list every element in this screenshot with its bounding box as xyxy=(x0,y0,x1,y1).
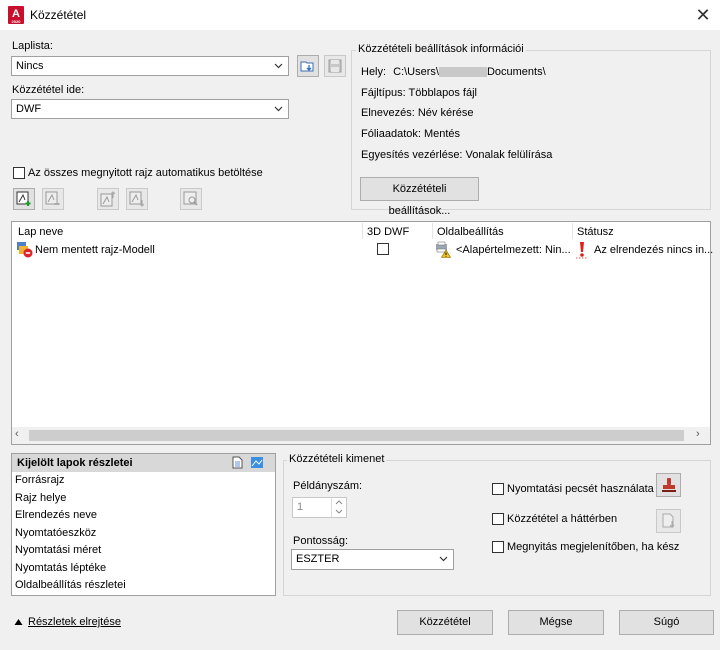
page-setup-cell: <Alapértelmezett: Nin... xyxy=(456,244,571,256)
redacted-username xyxy=(438,67,487,78)
details-item-drawing-location: Rajz helye xyxy=(15,491,67,504)
background-publish-checkbox[interactable] xyxy=(492,513,504,525)
add-sheets-button[interactable] xyxy=(13,188,35,210)
folder-open-icon xyxy=(300,61,314,72)
background-publish-label: Közzététel a háttérben xyxy=(507,513,618,525)
col-divider[interactable] xyxy=(362,223,363,239)
background-settings-button[interactable] xyxy=(656,509,681,533)
publish-button[interactable]: Közzététel xyxy=(397,610,493,635)
remove-sheets-icon xyxy=(45,191,60,205)
col-status[interactable]: Státusz xyxy=(577,226,614,238)
details-item-page-setup-details: Oldalbeállítás részletei xyxy=(15,579,126,591)
sheet-list-label: Laplista: xyxy=(12,40,53,52)
merge-control-line: Egyesítés vezérlése: Vonalak felülírása xyxy=(361,149,553,161)
output-group-title: Közzétételi kimenet xyxy=(287,453,387,465)
auto-load-checkbox[interactable] xyxy=(13,167,25,179)
stamp-icon xyxy=(661,477,676,492)
chevron-down-icon xyxy=(439,556,448,562)
spinner-up-icon[interactable] xyxy=(331,498,346,507)
sheet-name-cell: Nem mentett rajz-Modell xyxy=(35,244,155,256)
scroll-right-icon[interactable]: › xyxy=(696,428,700,440)
save-sheet-list-button[interactable] xyxy=(324,55,346,77)
help-button[interactable]: Súgó xyxy=(619,610,714,635)
title-bar xyxy=(0,0,720,30)
filetype-line: Fájltípus: Többlapos fájl xyxy=(361,87,477,99)
sheet-list-combo[interactable]: Nincs xyxy=(11,56,289,76)
save-disk-icon xyxy=(328,59,342,73)
location-label: Hely: xyxy=(361,66,387,78)
details-item-plot-scale: Nyomtatás léptéke xyxy=(15,561,107,574)
details-item-source-drawing: Forrásrajz xyxy=(15,474,65,486)
preview-magnifier-icon xyxy=(183,191,198,206)
publish-to-value: DWF xyxy=(16,103,42,115)
move-down-icon xyxy=(129,191,145,207)
scrollbar-thumb[interactable] xyxy=(29,430,684,441)
publish-to-combo[interactable]: DWF xyxy=(11,99,289,119)
info-group-title: Közzétételi beállítások információi xyxy=(356,43,526,55)
move-up-icon xyxy=(100,191,116,207)
location-line: Hely: C:\Users\ Documents\ xyxy=(361,66,546,78)
col-3d-dwf[interactable]: 3D DWF xyxy=(367,226,409,238)
close-icon[interactable]: ✕ xyxy=(690,2,716,28)
col-divider[interactable] xyxy=(572,223,573,239)
naming-line: Elnevezés: Név kérése xyxy=(361,107,474,119)
collapse-arrow-up-icon[interactable] xyxy=(14,618,23,626)
spinner-down-icon[interactable] xyxy=(331,507,346,517)
chevron-down-icon xyxy=(274,63,283,69)
precision-label: Pontosság: xyxy=(293,535,349,547)
precision-combo[interactable]: ESZTER xyxy=(291,549,454,570)
autocad-app-icon: A 2020 xyxy=(8,6,24,24)
remove-sheets-button[interactable] xyxy=(42,188,64,210)
copies-value: 1 xyxy=(297,501,304,513)
preview-button[interactable] xyxy=(180,188,202,210)
precision-value: ESZTER xyxy=(296,553,340,565)
chevron-down-icon xyxy=(274,106,283,112)
publish-to-label: Közzététel ide: xyxy=(12,84,85,96)
col-sheet-name[interactable]: Lap neve xyxy=(18,226,63,238)
location-suffix: Documents\ xyxy=(486,66,546,78)
layer-info-line: Fóliaadatok: Mentés xyxy=(361,128,461,140)
status-cell: Az elrendezés nincs in... xyxy=(594,244,714,256)
details-item-layout-name: Elrendezés neve xyxy=(15,509,97,521)
details-title: Kijelölt lapok részletei xyxy=(17,457,133,469)
details-list: Forrásrajz Rajz helye Elrendezés neve Ny… xyxy=(12,472,275,595)
cancel-button[interactable]: Mégse xyxy=(508,610,604,635)
error-exclamation-icon xyxy=(576,242,588,259)
location-prefix: C:\Users\ xyxy=(393,66,439,78)
move-up-button[interactable] xyxy=(97,188,119,210)
3d-dwf-checkbox[interactable] xyxy=(377,243,389,255)
move-down-button[interactable] xyxy=(126,188,148,210)
publish-settings-button[interactable]: Közzétételi beállítások... xyxy=(360,177,479,217)
details-preview-icon[interactable] xyxy=(250,456,264,469)
copies-label: Példányszám: xyxy=(293,480,363,492)
background-doc-icon xyxy=(662,513,674,528)
printer-warning-icon xyxy=(436,241,452,258)
details-item-plot-size: Nyomtatási méret xyxy=(15,544,102,556)
details-item-plot-device: Nyomtatóeszköz xyxy=(15,526,97,539)
add-sheets-icon xyxy=(16,191,31,206)
plot-stamp-label: Nyomtatási pecsét használata xyxy=(507,483,654,495)
load-sheet-list-button[interactable] xyxy=(297,55,319,77)
unsaved-drawing-icon xyxy=(17,242,33,258)
plot-stamp-settings-button[interactable] xyxy=(656,473,681,497)
open-viewer-label: Megnyitás megjelenítőben, ha kész xyxy=(507,541,680,553)
col-divider[interactable] xyxy=(432,223,433,239)
auto-load-label: Az összes megnyitott rajz automatikus be… xyxy=(28,167,263,179)
sheet-list-value: Nincs xyxy=(16,60,44,72)
open-viewer-checkbox[interactable] xyxy=(492,541,504,553)
col-page-setup[interactable]: Oldalbeállítás xyxy=(437,226,504,238)
hide-details-link[interactable]: Részletek elrejtése xyxy=(28,616,121,628)
window-title: Közzététel xyxy=(30,8,87,22)
scroll-left-icon[interactable]: ‹ xyxy=(15,428,19,440)
details-doc-icon[interactable] xyxy=(232,456,244,469)
plot-stamp-checkbox[interactable] xyxy=(492,483,504,495)
